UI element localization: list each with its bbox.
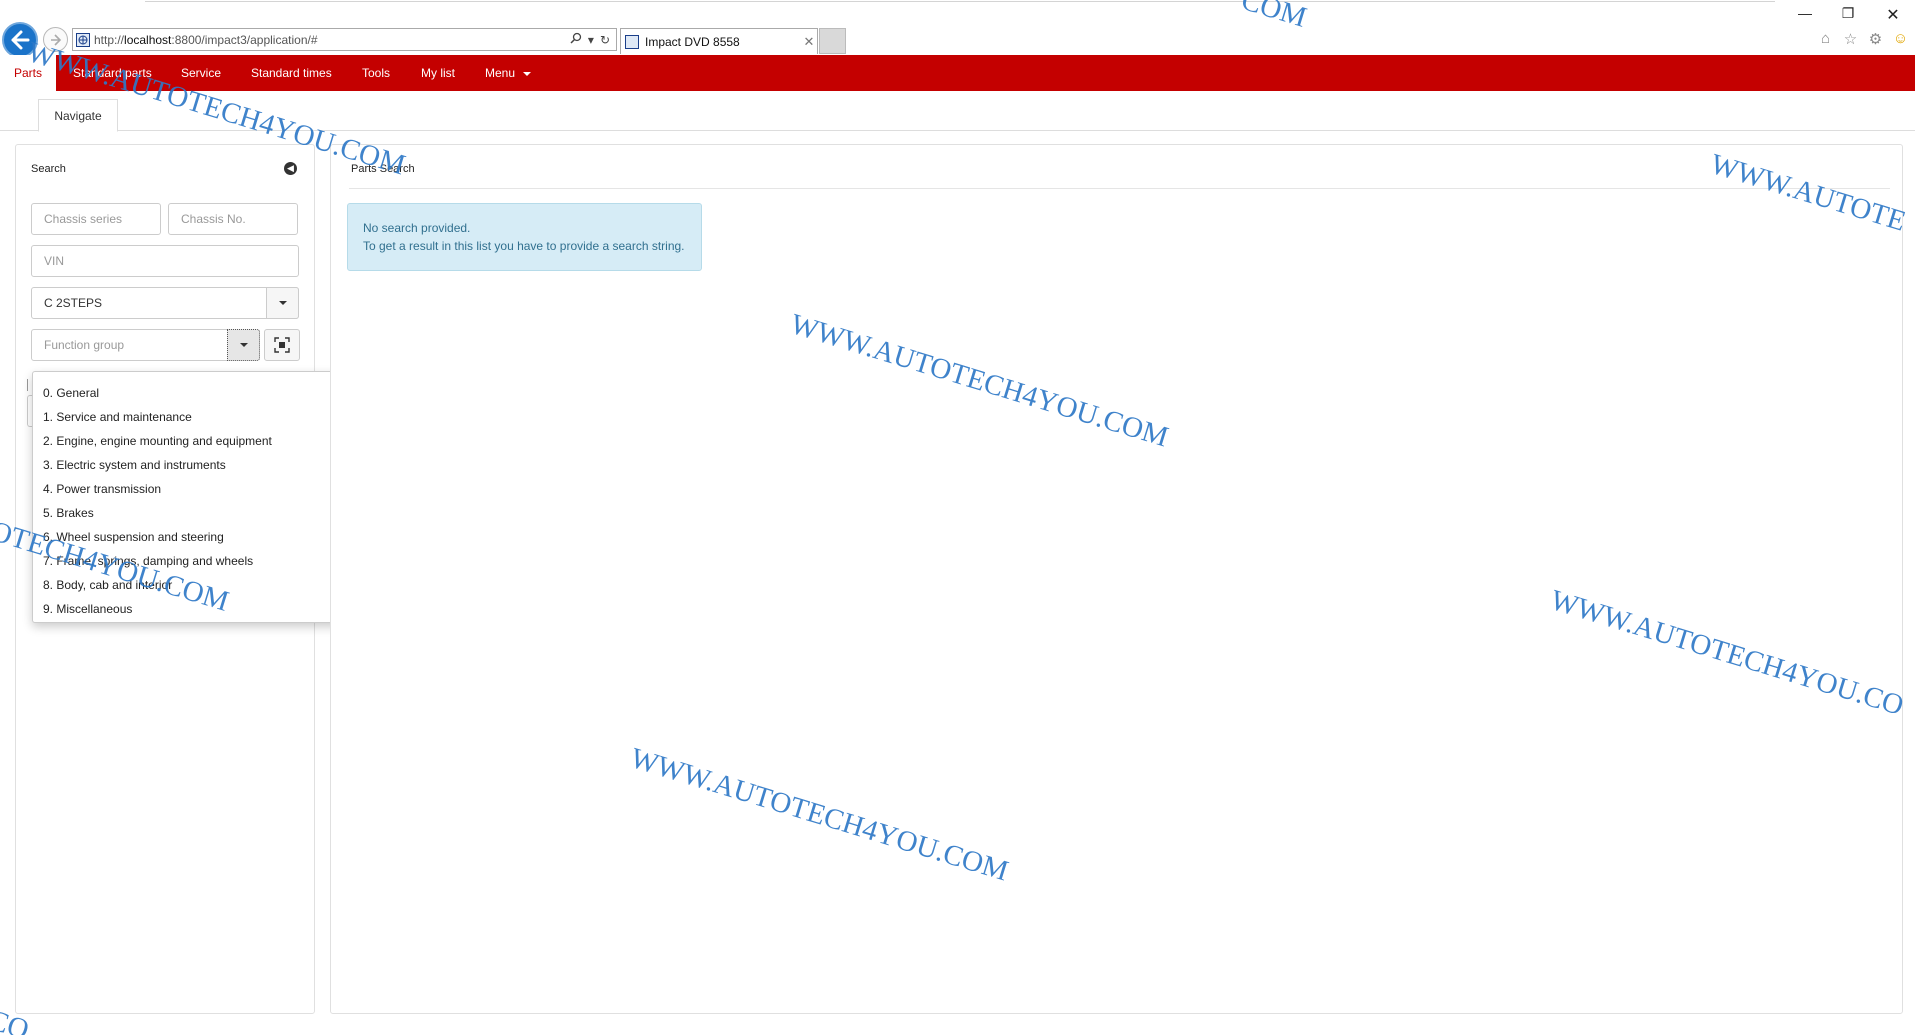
chassis-no-input[interactable]: Chassis No. bbox=[168, 203, 298, 235]
watermark-text: COM bbox=[1237, 0, 1311, 34]
page-icon bbox=[76, 32, 90, 47]
hidden-label-edge bbox=[27, 379, 30, 391]
alert-line-2: To get a result in this list you have to… bbox=[363, 239, 685, 253]
page-icon bbox=[625, 34, 639, 49]
function-group-item[interactable]: 3. Electric system and instruments» bbox=[33, 453, 381, 477]
home-icon[interactable]: ⌂ bbox=[1817, 30, 1834, 47]
browser-tab[interactable]: Impact DVD 8558 ✕ bbox=[620, 28, 818, 54]
nav-standard-parts[interactable]: Standard parts bbox=[73, 55, 152, 91]
tab-navigate[interactable]: Navigate bbox=[38, 99, 118, 132]
function-group-select[interactable]: Function group bbox=[31, 329, 260, 361]
star-icon[interactable]: ☆ bbox=[1842, 30, 1859, 48]
gear-icon[interactable]: ⚙ bbox=[1867, 30, 1884, 48]
caret-down-icon bbox=[239, 343, 248, 347]
arrow-left-icon bbox=[11, 30, 30, 50]
address-url[interactable]: http://localhost:8800/impact3/applicatio… bbox=[94, 33, 570, 47]
chassis-series-input[interactable]: Chassis series bbox=[31, 203, 161, 235]
minimize-icon[interactable]: — bbox=[1791, 5, 1819, 21]
close-icon[interactable]: ✕ bbox=[1879, 5, 1907, 25]
function-group-item[interactable]: 6. Wheel suspension and steering» bbox=[33, 525, 381, 549]
address-bar[interactable]: http://localhost:8800/impact3/applicatio… bbox=[72, 28, 617, 51]
scan-icon bbox=[274, 337, 290, 353]
vin-input[interactable]: VIN bbox=[31, 245, 299, 277]
model-select-toggle[interactable] bbox=[266, 287, 299, 319]
function-group-item[interactable]: 9. Miscellaneous» bbox=[33, 597, 381, 621]
alert-line-1: No search provided. bbox=[363, 221, 471, 235]
function-group-item[interactable]: 2. Engine, engine mounting and equipment… bbox=[33, 429, 381, 453]
chevron-down-icon[interactable]: ▾ bbox=[588, 33, 594, 47]
nav-standard-times[interactable]: Standard times bbox=[251, 55, 332, 91]
nav-menu[interactable]: Menu bbox=[485, 55, 532, 91]
function-group-item[interactable]: 0. General» bbox=[33, 381, 381, 405]
restore-icon[interactable]: ❐ bbox=[1834, 5, 1862, 22]
results-panel: Parts Search No search provided. To get … bbox=[330, 144, 1903, 1014]
search-panel-title: Search bbox=[31, 163, 66, 175]
no-search-alert: No search provided. To get a result in t… bbox=[347, 203, 702, 271]
main-navigation: Parts Standard parts Service Standard ti… bbox=[0, 55, 1915, 91]
new-tab-button[interactable] bbox=[819, 28, 846, 54]
back-button[interactable] bbox=[2, 22, 38, 58]
divider bbox=[349, 188, 1890, 189]
model-select[interactable]: C 2STEPS bbox=[31, 287, 299, 319]
function-group-item[interactable]: 4. Power transmission» bbox=[33, 477, 381, 501]
nav-tools[interactable]: Tools bbox=[362, 55, 390, 91]
function-group-item[interactable]: 7. Frame, springs, damping and wheels» bbox=[33, 549, 381, 573]
scan-button[interactable] bbox=[264, 329, 300, 361]
sub-tabs: Navigate bbox=[0, 99, 1915, 132]
function-group-toggle[interactable] bbox=[227, 329, 260, 361]
caret-down-icon bbox=[523, 71, 532, 76]
close-tab-icon[interactable]: ✕ bbox=[801, 34, 817, 50]
function-group-item[interactable]: 8. Body, cab and interior» bbox=[33, 573, 381, 597]
nav-menu-label: Menu bbox=[485, 66, 516, 80]
function-group-placeholder: Function group bbox=[44, 338, 125, 352]
tab-title: Impact DVD 8558 bbox=[645, 34, 740, 49]
arrow-right-icon bbox=[50, 33, 61, 46]
refresh-icon[interactable]: ↻ bbox=[600, 33, 610, 47]
results-panel-title: Parts Search bbox=[351, 163, 415, 175]
caret-down-icon bbox=[278, 301, 287, 305]
nav-my-list[interactable]: My list bbox=[421, 55, 455, 91]
nav-parts[interactable]: Parts bbox=[0, 55, 57, 91]
forward-button[interactable] bbox=[43, 27, 68, 52]
nav-service[interactable]: Service bbox=[181, 55, 221, 91]
smiley-icon[interactable]: ☺ bbox=[1892, 30, 1909, 47]
search-icon[interactable] bbox=[570, 32, 582, 47]
collapse-arrow-icon[interactable]: ◀ bbox=[284, 162, 297, 175]
browser-top-border bbox=[145, 0, 1775, 2]
function-group-item[interactable]: 1. Service and maintenance» bbox=[33, 405, 381, 429]
model-select-value: C 2STEPS bbox=[44, 296, 103, 310]
function-group-item[interactable]: 5. Brakes» bbox=[33, 501, 381, 525]
